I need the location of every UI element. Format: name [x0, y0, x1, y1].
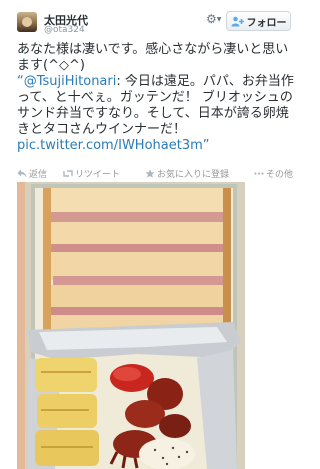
mention-link[interactable]: “@TsujiHitonari [17, 74, 116, 89]
reply-icon [17, 169, 27, 178]
gear-icon[interactable]: ⚙▼ [206, 12, 221, 29]
favorite-label: お気に入りに登録 [157, 170, 230, 180]
reply-button[interactable]: 返信 [17, 167, 47, 180]
retweet-icon [63, 170, 73, 177]
tweet-header: 太田光代 @ota324 ⚙▼ フォロー [0, 0, 308, 40]
tweet-photo[interactable] [17, 182, 245, 469]
tweet-text: あなた様は凄いです。感心さながら凄いと思います(^◇^) “@TsujiHito… [17, 42, 301, 154]
avatar[interactable] [17, 12, 37, 32]
more-label: その他 [266, 170, 294, 180]
more-dots-icon [254, 172, 264, 175]
tweet-line: あなた様は凄いです。感心さながら凄いと思います(^◇^) [17, 42, 289, 73]
retweet-button[interactable]: リツイート [63, 167, 120, 180]
rice-ball [139, 438, 195, 469]
pic-link[interactable]: pic.twitter.com/IWHohaet3m [17, 138, 203, 153]
sandwich [43, 188, 231, 338]
favorite-button[interactable]: お気に入りに登録 [145, 167, 229, 180]
retweet-label: リツイート [75, 170, 121, 180]
quoted-tweet: “@TsujiHitonari: 今日は遠足。パパ、お弁当作って、と十べぇ。ガッ… [17, 74, 301, 154]
follow-user-icon [231, 16, 244, 26]
user-handle[interactable]: @ota324 [44, 25, 85, 35]
reply-label: 返信 [29, 170, 48, 180]
quote-end: ” [202, 138, 210, 153]
tamagoyaki [35, 358, 99, 466]
follow-button[interactable]: フォロー [226, 11, 291, 31]
follow-button-label: フォロー [246, 17, 287, 29]
star-icon [145, 169, 155, 178]
tweet-actions: 返信 リツイート お気に入りに登録 その他 [17, 167, 307, 181]
more-button[interactable]: その他 [254, 167, 293, 180]
bento-image [17, 182, 245, 469]
